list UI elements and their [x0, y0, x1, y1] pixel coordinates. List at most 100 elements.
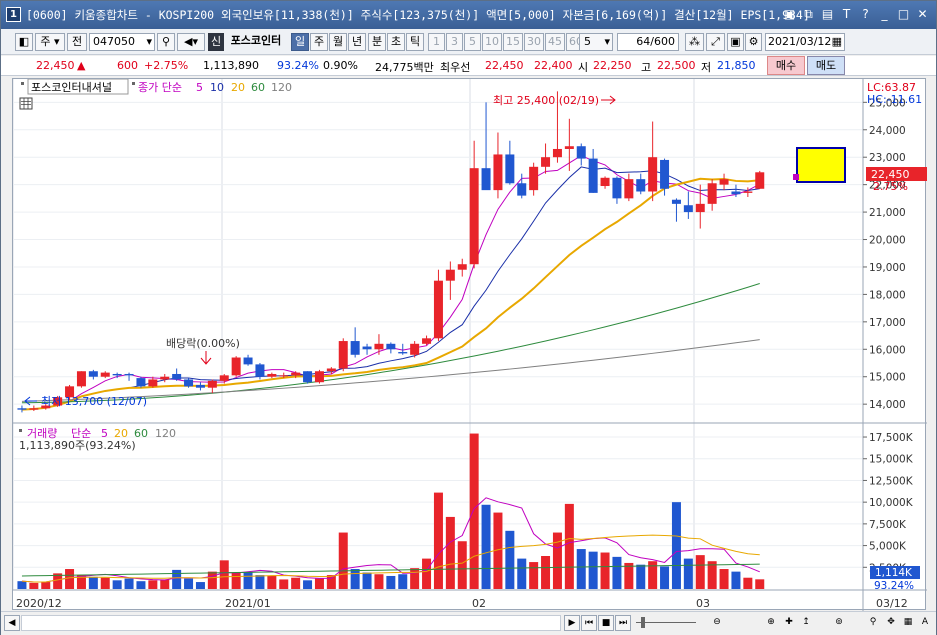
interval-30-button[interactable]: 30 — [524, 33, 544, 51]
data-table-icon[interactable] — [19, 97, 33, 110]
highlight-box[interactable] — [796, 147, 846, 183]
chevron-down-icon[interactable]: ▾ — [146, 34, 152, 50]
crosshair-marker — [793, 174, 799, 180]
price-tick-label: 17,000 — [869, 317, 906, 329]
open-price: 22,250 — [593, 59, 632, 72]
candle-body — [148, 379, 158, 387]
interval-1-button[interactable]: 1 — [428, 33, 445, 51]
price-legend-ma-label[interactable]: 종가 단순 — [138, 81, 182, 94]
close-icon[interactable]: ✕ — [915, 6, 930, 22]
candle-body — [743, 191, 753, 193]
auto-icon[interactable]: A — [917, 615, 933, 631]
volume-bar — [505, 530, 515, 589]
maximize-icon[interactable]: □ — [896, 6, 911, 22]
crosshair-icon[interactable]: ✚ — [781, 615, 797, 631]
stock-code-input[interactable]: 047050 ▾ — [89, 33, 155, 51]
zoom-out-icon[interactable]: ⊖ — [709, 615, 725, 631]
candle-body — [624, 179, 634, 199]
minimize-icon[interactable]: _ — [877, 6, 892, 22]
text-icon[interactable]: T — [839, 6, 854, 22]
bar-count-input[interactable]: 64/600 — [617, 33, 679, 51]
scroll-track[interactable] — [21, 615, 561, 631]
stock-code-value: 047050 — [93, 35, 135, 48]
candle-body — [314, 371, 324, 383]
candle-body — [338, 341, 348, 369]
scroll-left-icon[interactable]: ◀ — [4, 615, 20, 631]
period-tick-tab[interactable]: 틱 — [406, 33, 424, 51]
period-day-tab[interactable]: 일 — [291, 33, 309, 51]
date-input[interactable]: 2021/03/12 ▦ — [765, 33, 845, 51]
volume-tick-label: 17,500K — [869, 432, 914, 444]
zoom-slider-track[interactable] — [636, 622, 696, 623]
period-minute-tab[interactable]: 분 — [368, 33, 386, 51]
search-icon[interactable]: ⚲ — [157, 33, 175, 51]
zoom-in-icon[interactable]: ⊕ — [763, 615, 779, 631]
legend-ma120: 120 — [271, 81, 292, 94]
chart-svg[interactable]: 25,00024,00023,00022,00021,00020,00019,0… — [12, 78, 927, 611]
period-month-tab[interactable]: 월 — [329, 33, 347, 51]
stop-icon[interactable]: ■ — [598, 615, 614, 631]
candle-body — [243, 357, 253, 365]
candle-body — [636, 179, 646, 192]
scroll-right-icon[interactable]: ▶ — [564, 615, 580, 631]
market-kind-select[interactable]: 주 ▾ — [35, 33, 65, 51]
interval-3-button[interactable]: 3 — [446, 33, 463, 51]
zoom-slider-handle[interactable] — [641, 617, 645, 628]
period-year-tab[interactable]: 년 — [348, 33, 366, 51]
last-page-icon[interactable]: ⏭ — [615, 615, 631, 631]
interval-count-select[interactable]: 5 ▾ — [579, 33, 613, 51]
grid-icon[interactable]: ▦ — [900, 615, 916, 631]
interval-15-button[interactable]: 15 — [503, 33, 523, 51]
candle-body — [255, 364, 265, 377]
calendar-icon[interactable]: ▦ — [832, 34, 842, 50]
period-week-tab[interactable]: 주 — [310, 33, 328, 51]
trend-tool-icon[interactable]: ⤢ — [706, 33, 725, 51]
candle-body — [731, 191, 741, 195]
candle-body — [374, 343, 384, 350]
search-icon[interactable]: ⚲ — [865, 615, 881, 631]
layout-icon[interactable]: ◧ — [15, 33, 33, 51]
restore-icon[interactable]: ▣ — [782, 6, 797, 22]
help-icon[interactable]: ? — [858, 6, 873, 22]
candle-body — [362, 346, 372, 350]
change-rate: +2.75% — [144, 59, 189, 72]
chart-area[interactable]: 25,000 24,000 23,000 22,000 21,000 20,000 19,0… — [12, 78, 927, 611]
arrow-up-icon[interactable]: ↥ — [798, 615, 814, 631]
interval-10-button[interactable]: 10 — [482, 33, 502, 51]
volume-bar — [636, 564, 646, 589]
candle-body — [648, 157, 658, 192]
buy-button[interactable]: 매수 — [767, 56, 805, 75]
interval-5-button[interactable]: 5 — [464, 33, 481, 51]
candle-body — [386, 343, 396, 350]
volume-bar — [29, 582, 39, 589]
prev-button[interactable]: 전 — [67, 33, 87, 51]
gear-icon[interactable]: ⚙ — [745, 33, 762, 51]
price-tick-label: 24,000 — [869, 125, 906, 137]
volume-bar — [457, 541, 467, 589]
credit-badge: 신 — [208, 33, 224, 51]
vlegend-ma120: 120 — [155, 427, 176, 440]
interval-45-button[interactable]: 45 — [545, 33, 565, 51]
pan-icon[interactable]: ✥ — [883, 615, 899, 631]
indicator-icon[interactable]: ⁂ — [685, 33, 704, 51]
sell-button[interactable]: 매도 — [807, 56, 845, 75]
volume-bar — [41, 582, 51, 589]
volume-bar — [398, 574, 408, 589]
candle-body — [112, 373, 122, 376]
save-icon[interactable]: ▣ — [727, 33, 744, 51]
copy-window-icon[interactable]: ⧉ — [801, 6, 816, 22]
sound-icon[interactable]: ◀▾ — [177, 33, 205, 51]
title-bar[interactable]: 1 [0600] 키움종합차트 - KOSPI200 외국인보유[11,338(… — [1, 1, 936, 29]
save-window-icon[interactable]: ▤ — [820, 6, 835, 22]
period-second-tab[interactable]: 초 — [387, 33, 405, 51]
candle-body — [184, 379, 194, 387]
bottom-scrollbar: ◀ ▶ ⏮ ■ ⏭ ⊖ ⊕ ✚ ↥ ⊚ ⚲ ✥ ▦ A — [1, 611, 936, 635]
fit-icon[interactable]: ⊚ — [831, 615, 847, 631]
window-number-badge[interactable]: 1 — [6, 7, 21, 22]
x-label-jan: 2021/01 — [225, 597, 271, 610]
candle-body — [350, 341, 360, 355]
candle-body — [326, 368, 336, 372]
first-page-icon[interactable]: ⏮ — [581, 615, 597, 631]
candle-body — [552, 148, 562, 158]
candle-body — [303, 371, 313, 383]
